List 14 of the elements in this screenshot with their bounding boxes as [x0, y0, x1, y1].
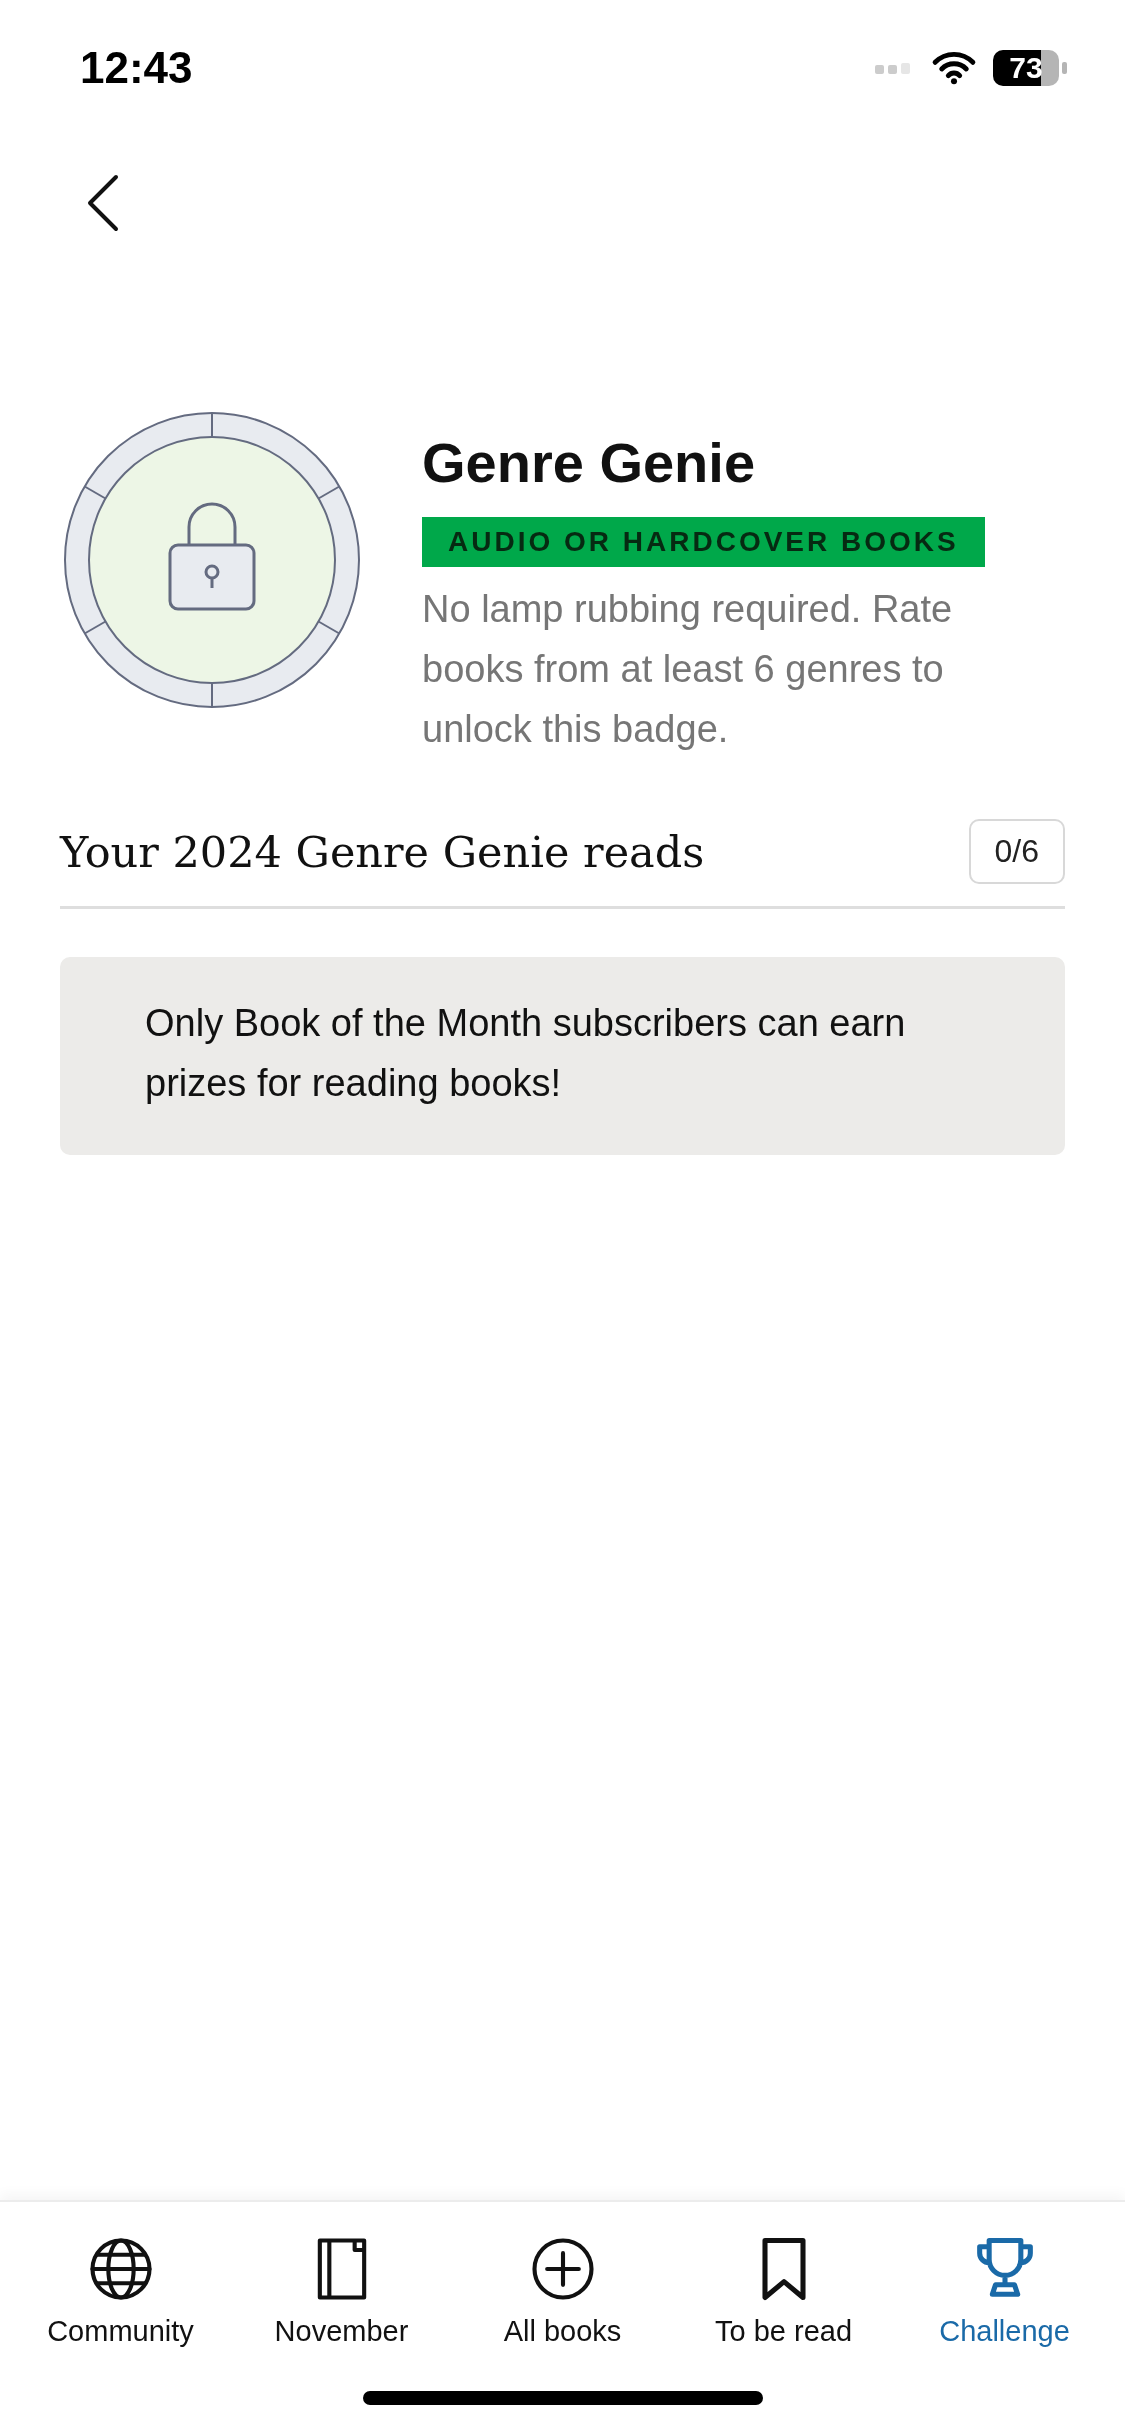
subscriber-notice: Only Book of the Month subscribers can earn prizes for reading books! — [60, 957, 1065, 1155]
wifi-icon — [931, 51, 977, 85]
tab[interactable]: All books — [462, 2230, 663, 2349]
battery-tip-icon — [1062, 62, 1067, 74]
tab[interactable]: Challenge — [904, 2230, 1105, 2349]
tab[interactable]: To be read — [683, 2230, 884, 2349]
badge-description: No lamp rubbing required. Rate books from at least 6 genres to unlock this badge. — [422, 587, 954, 752]
tab[interactable]: November — [241, 2230, 442, 2349]
format-tag: AUDIO OR HARDCOVER BOOKS — [422, 517, 985, 567]
reads-heading: Your 2024 Genre Genie reads — [60, 826, 705, 877]
reads-count: 0/6 — [968, 819, 1065, 884]
status-time: 12:43 — [80, 43, 193, 93]
badge-title: Genre Genie — [422, 430, 757, 495]
tab[interactable]: Community — [20, 2230, 221, 2349]
